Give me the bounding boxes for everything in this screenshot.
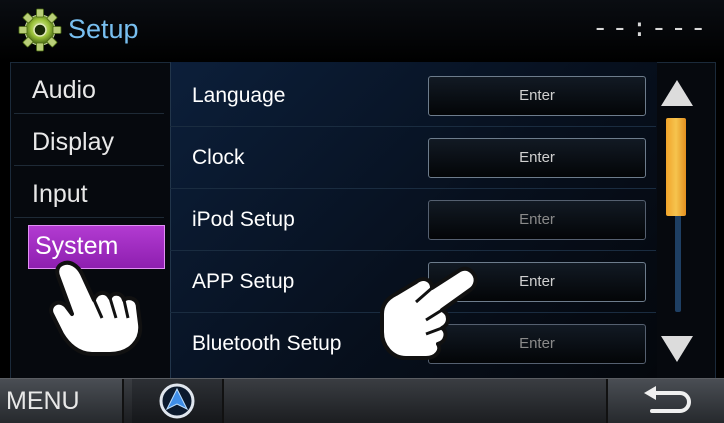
page-title: Setup (68, 14, 139, 44)
scrollbar (658, 62, 714, 378)
setting-label: iPod Setup (192, 208, 295, 231)
setting-label: Language (192, 84, 286, 107)
gear-icon (18, 8, 62, 52)
pointing-hand-icon (380, 266, 478, 360)
sidebar-item-display[interactable]: Display (14, 116, 164, 166)
clock-display: --:--- (592, 14, 710, 44)
list-item-clock: Clock Enter (170, 126, 656, 189)
setting-label: Bluetooth Setup (192, 332, 342, 355)
sidebar-item-label: Audio (32, 76, 96, 104)
triangle-down-icon[interactable] (661, 336, 693, 362)
scroll-thumb[interactable] (666, 118, 686, 216)
triangle-up-icon[interactable] (661, 80, 693, 106)
setup-screen: Setup --:--- Audio Display Input System … (0, 0, 724, 423)
menu-button[interactable]: MENU (0, 379, 124, 423)
setting-label: Clock (192, 146, 245, 169)
list-item-language: Language Enter (170, 64, 656, 127)
return-arrow-icon (644, 386, 691, 413)
ipod-setup-enter-button[interactable]: Enter (428, 200, 646, 240)
sidebar-item-input[interactable]: Input (14, 168, 164, 218)
language-enter-button[interactable]: Enter (428, 76, 646, 116)
sidebar-item-label: System (35, 232, 119, 260)
sidebar-item-audio[interactable]: Audio (14, 64, 164, 114)
list-item-ipod-setup: iPod Setup Enter (170, 188, 656, 251)
clock-enter-button[interactable]: Enter (428, 138, 646, 178)
header-bar: Setup --:--- (0, 0, 724, 62)
navigation-arrow-icon (159, 383, 195, 419)
navigation-button[interactable] (132, 379, 224, 423)
back-button[interactable] (606, 379, 724, 423)
sidebar-item-label: Display (32, 128, 114, 156)
sidebar-item-label: Input (32, 180, 88, 208)
setting-label: APP Setup (192, 270, 295, 293)
pointing-hand-icon (49, 260, 143, 356)
